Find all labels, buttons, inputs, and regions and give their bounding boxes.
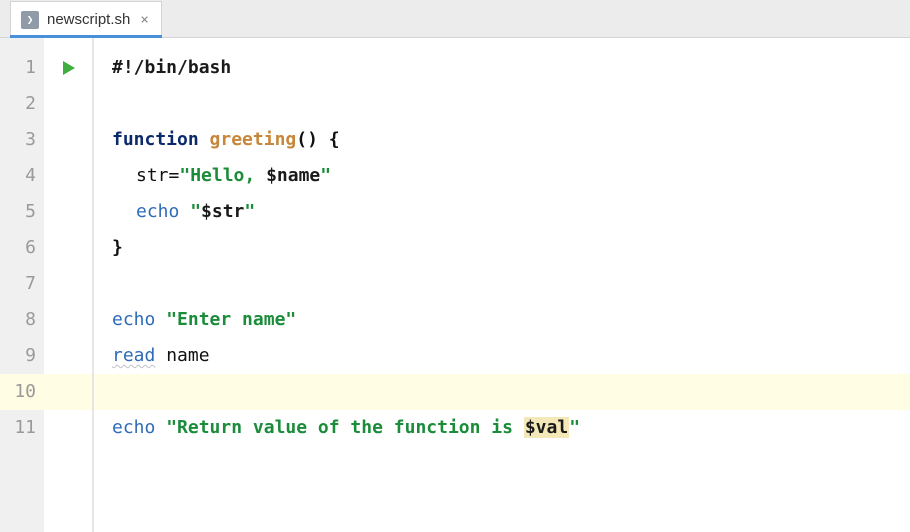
line-number[interactable]: 4	[0, 158, 44, 194]
line-number[interactable]: 9	[0, 338, 44, 374]
string: "	[569, 417, 580, 438]
brace-close: }	[112, 237, 123, 258]
command-read: read	[112, 345, 155, 366]
code-line: echo "Return value of the function is $v…	[112, 410, 910, 446]
string: "	[244, 201, 255, 222]
shell-file-icon: ❯	[21, 11, 39, 29]
code-line-current	[94, 374, 910, 410]
line-number[interactable]: 11	[0, 410, 44, 446]
code-line: #!/bin/bash	[112, 50, 910, 86]
code-line	[112, 86, 910, 122]
code-area[interactable]: #!/bin/bash function greeting() { str="H…	[94, 38, 910, 532]
tab-bar: ❯ newscript.sh ×	[0, 0, 910, 38]
play-icon	[60, 60, 76, 76]
run-gutter	[44, 38, 94, 532]
variable-highlighted: $val	[524, 417, 569, 438]
command-echo: echo	[112, 309, 155, 330]
line-number[interactable]: 2	[0, 86, 44, 122]
code-line: read name	[112, 338, 910, 374]
punctuation: () {	[296, 129, 339, 150]
line-number[interactable]: 8	[0, 302, 44, 338]
line-number[interactable]: 7	[0, 266, 44, 302]
string: "Enter name"	[166, 309, 296, 330]
code-line: }	[112, 230, 910, 266]
command-echo: echo	[136, 201, 179, 222]
string: "	[320, 165, 331, 186]
line-number[interactable]: 6	[0, 230, 44, 266]
string: "	[190, 201, 201, 222]
code-line: function greeting() {	[112, 122, 910, 158]
editor-tab[interactable]: ❯ newscript.sh ×	[10, 1, 162, 37]
line-number[interactable]: 3	[0, 122, 44, 158]
run-script-button[interactable]	[44, 50, 92, 86]
shebang: #!/bin/bash	[112, 57, 231, 78]
command-echo: echo	[112, 417, 155, 438]
identifier: str=	[136, 165, 179, 186]
function-name: greeting	[210, 129, 297, 150]
string: "Hello,	[179, 165, 266, 186]
line-number[interactable]: 1	[0, 50, 44, 86]
variable: $str	[201, 201, 244, 222]
keyword-function: function	[112, 129, 199, 150]
code-line: echo "$str"	[112, 194, 910, 230]
code-line: str="Hello, $name"	[112, 158, 910, 194]
tab-close-button[interactable]: ×	[138, 12, 150, 28]
string: "Return value of the function is	[166, 417, 524, 438]
editor-area: 1 2 3 4 5 6 7 8 9 10 11 #!/bin/bash func…	[0, 38, 910, 532]
line-number[interactable]: 5	[0, 194, 44, 230]
tab-filename: newscript.sh	[47, 11, 130, 28]
identifier: name	[166, 345, 209, 366]
active-tab-indicator	[10, 35, 162, 38]
code-line	[112, 266, 910, 302]
line-number-gutter[interactable]: 1 2 3 4 5 6 7 8 9 10 11	[0, 38, 44, 532]
variable: $name	[266, 165, 320, 186]
code-line: echo "Enter name"	[112, 302, 910, 338]
line-number[interactable]: 10	[0, 374, 44, 410]
